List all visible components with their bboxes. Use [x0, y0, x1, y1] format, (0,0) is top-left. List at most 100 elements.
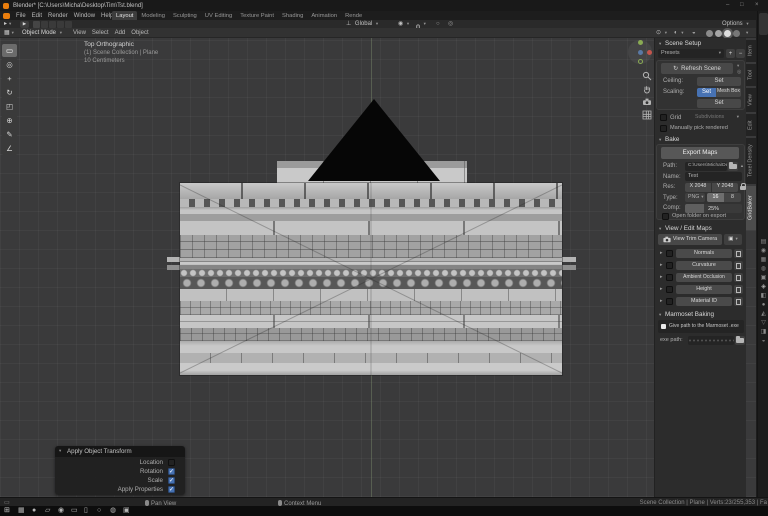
preset-remove-button[interactable]: − — [736, 49, 745, 58]
map-curvature-button[interactable]: Curvature — [676, 261, 732, 270]
scene-setup-header[interactable]: ▾ Scene Setup — [659, 40, 701, 47]
shading-dropdown-chevron-icon[interactable]: ▾ — [746, 30, 748, 36]
map-preview-dropdown[interactable]: ▣ ▾ — [724, 234, 742, 245]
map-material-id-button[interactable]: Material ID — [676, 297, 732, 306]
xray-toggle-icon[interactable]: ◒ — [692, 30, 696, 36]
map-export-button[interactable] — [734, 261, 743, 270]
sidebar-tab-item[interactable]: Item — [746, 40, 756, 62]
taskbar-app-icon[interactable]: ▱ — [45, 507, 50, 514]
shading-wireframe-button[interactable] — [706, 29, 713, 37]
menu-file[interactable]: File — [13, 13, 29, 19]
properties-tab-icon[interactable]: ◧ — [761, 293, 767, 299]
bake-header[interactable]: ▾ Bake — [659, 136, 679, 143]
properties-tab-icon[interactable]: ▤ — [761, 239, 767, 245]
exe-path-field[interactable] — [688, 336, 734, 345]
menu-edit[interactable]: Edit — [29, 13, 45, 19]
task-view-icon[interactable]: ▦ — [18, 507, 25, 514]
shading-material-button[interactable] — [724, 29, 731, 37]
res-y-field[interactable]: Y 2048 — [712, 182, 738, 192]
export-maps-button[interactable]: Export Maps — [661, 147, 739, 159]
bit-depth-8-button[interactable]: 8 — [724, 193, 741, 202]
exe-folder-button[interactable] — [735, 336, 745, 345]
camera-view-icon[interactable] — [642, 94, 652, 105]
taskbar-app-icon[interactable]: ● — [32, 507, 36, 514]
expand-icon[interactable]: ▸ — [660, 275, 663, 280]
cursor-icon[interactable]: ◎ — [2, 58, 17, 71]
box-select-icon[interactable]: ▭ — [2, 44, 17, 57]
properties-tab-icon[interactable]: ▽ — [761, 320, 766, 326]
close-icon[interactable]: × — [755, 2, 759, 8]
map-export-button[interactable] — [734, 273, 743, 282]
chevron-down-icon[interactable]: ▾ — [737, 63, 739, 69]
location-checkbox[interactable] — [168, 459, 175, 466]
map-checkbox[interactable] — [666, 249, 673, 257]
expand-icon[interactable]: ▸ — [660, 251, 663, 256]
res-x-field[interactable]: X 2048 — [685, 182, 711, 192]
taskbar-app-icon[interactable]: ◉ — [58, 507, 66, 516]
scaling-set-button[interactable]: Set — [697, 87, 716, 97]
presets-dropdown[interactable]: Presets ▾ — [658, 49, 724, 58]
apply-properties-checkbox[interactable]: ✓ — [168, 486, 175, 493]
start-icon[interactable]: ⊞ — [4, 507, 10, 514]
sidebar-tab-edit[interactable]: Edit — [746, 114, 756, 136]
menu-window[interactable]: Window — [71, 13, 98, 19]
tool-option-button[interactable] — [65, 20, 72, 28]
refresh-scene-button[interactable]: ↻ Refresh Scene — [661, 63, 733, 74]
minimize-icon[interactable]: – — [726, 2, 729, 8]
snap-target-icon[interactable]: ◎ — [448, 21, 453, 27]
menu-view[interactable]: View — [70, 30, 89, 36]
scale-icon[interactable]: ◰ — [2, 100, 17, 113]
play-tool-button[interactable]: ▶ — [20, 20, 29, 28]
grid-ortho-icon[interactable] — [642, 107, 652, 120]
marmoset-header[interactable]: ▾ Marmoset Baking — [659, 311, 714, 318]
tool-option-button[interactable] — [57, 20, 64, 28]
pyramid-object[interactable] — [308, 99, 440, 181]
transform-icon[interactable]: ⊕ — [2, 114, 17, 127]
view-edit-maps-header[interactable]: ▾ View / Edit Maps — [659, 225, 712, 232]
zoom-icon[interactable] — [642, 68, 652, 81]
taskbar-app-icon[interactable]: ○ — [97, 507, 105, 516]
map-ao-button[interactable]: Ambient Occlusion — [676, 273, 732, 282]
view-trim-camera-button[interactable]: View Trim Camera — [658, 234, 722, 245]
rotate-icon[interactable]: ↻ — [2, 86, 17, 99]
type-dropdown[interactable]: PNG ▾ — [685, 193, 705, 202]
properties-tab-icon[interactable]: ◈ — [761, 284, 766, 290]
blender-icon[interactable] — [3, 12, 10, 19]
bit-depth-16-button[interactable]: 16 — [707, 193, 724, 202]
navigation-gizmo[interactable] — [628, 40, 652, 64]
overlays-dropdown[interactable]: ◐ ▾ — [674, 30, 684, 36]
expand-icon[interactable]: ▸ — [660, 299, 663, 304]
properties-tab-icon[interactable]: ● — [762, 302, 766, 308]
properties-tab-icon[interactable]: ◒ — [762, 338, 766, 344]
map-export-button[interactable] — [734, 285, 743, 294]
manual-pick-checkbox[interactable] — [660, 125, 667, 132]
map-checkbox[interactable] — [666, 297, 673, 305]
properties-tab-icon[interactable]: ◍ — [761, 266, 766, 272]
annotate-icon[interactable]: ✎ — [2, 128, 17, 141]
eye-icon[interactable]: ◎ — [737, 70, 741, 75]
taskbar-app-icon[interactable]: ▣ — [123, 507, 131, 516]
maximize-icon[interactable]: □ — [740, 2, 744, 8]
map-export-button[interactable] — [734, 297, 743, 306]
map-checkbox[interactable] — [666, 261, 673, 269]
scaling-mesh-box-button[interactable]: Mesh Box — [716, 87, 741, 97]
shading-solid-button[interactable] — [715, 29, 722, 37]
properties-tab-icon[interactable]: ◉ — [761, 248, 766, 254]
open-folder-checkbox[interactable] — [662, 213, 669, 220]
map-normals-button[interactable]: Normals — [676, 249, 732, 258]
path-folder-button[interactable] — [728, 161, 738, 171]
path-field[interactable]: C:\Users\Micha\Desk... — [685, 161, 727, 171]
options-dropdown[interactable]: Options ▾ — [722, 21, 749, 27]
tool-option-button[interactable] — [41, 20, 48, 28]
properties-tab-icon[interactable]: ◨ — [761, 329, 767, 335]
move-icon[interactable]: + — [2, 72, 17, 85]
name-field[interactable]: Test — [685, 172, 742, 181]
menu-select[interactable]: Select — [89, 30, 112, 36]
map-height-button[interactable]: Height — [676, 285, 732, 294]
ceiling-set-button[interactable]: Set — [697, 76, 741, 86]
proportional-edit-icon[interactable]: ○ — [436, 21, 440, 27]
set-button[interactable]: Set — [697, 98, 741, 108]
properties-tab-icon[interactable]: ▣ — [761, 275, 767, 281]
pivot-point-dropdown[interactable]: ◉ ▾ — [398, 21, 409, 27]
editor-type-icon[interactable]: ▦ ▾ — [4, 30, 14, 36]
